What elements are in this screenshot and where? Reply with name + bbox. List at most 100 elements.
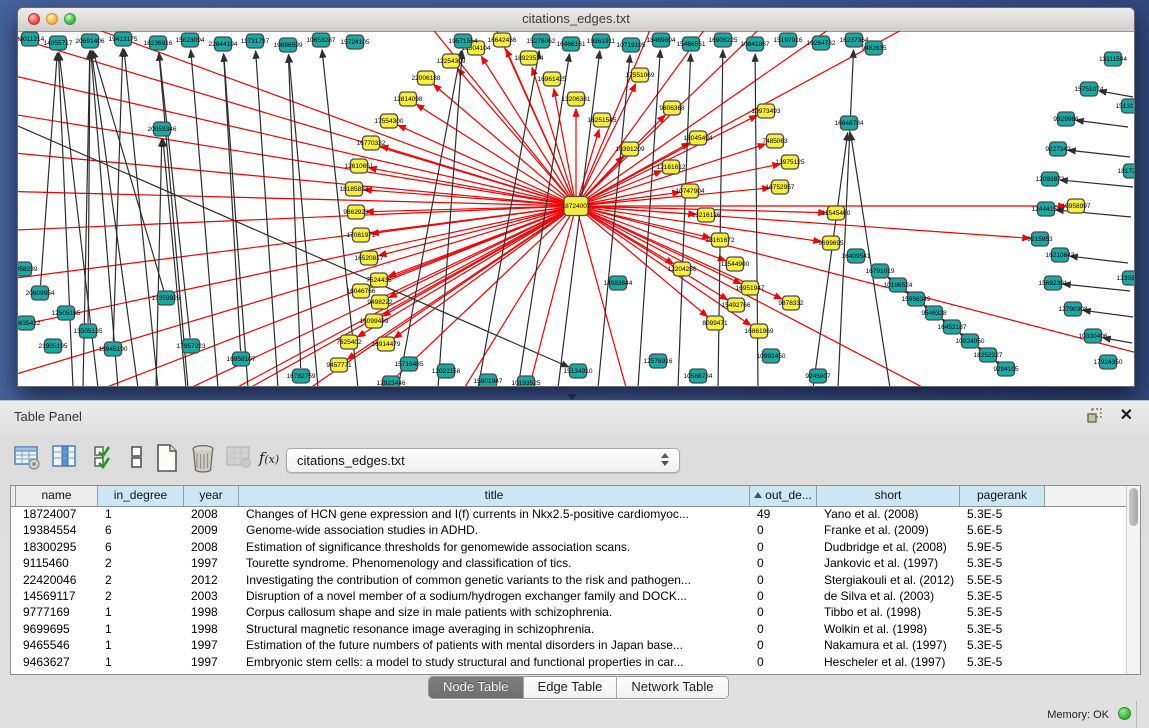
- close-panel-icon[interactable]: ✕: [1120, 405, 1133, 425]
- column-header-title[interactable]: title: [239, 486, 750, 506]
- cell-year[interactable]: 1997: [184, 654, 239, 670]
- cell-name[interactable]: 18300295: [16, 539, 98, 555]
- cell-name[interactable]: 9699695: [16, 621, 98, 637]
- graph-node[interactable]: 20691406: [76, 34, 105, 48]
- graph-node-selected[interactable]: 17551069: [626, 68, 655, 82]
- graph-node[interactable]: 11731797: [241, 34, 270, 48]
- cell-title[interactable]: Tourette syndrome. Phenomenology and cla…: [239, 555, 750, 571]
- graph-node[interactable]: 10588734: [684, 369, 713, 383]
- graph-node[interactable]: 21905195: [39, 339, 68, 353]
- graph-node[interactable]: 12093872: [1036, 172, 1065, 186]
- cell-short[interactable]: Hescheler et al. (1997): [817, 654, 960, 670]
- graph-node[interactable]: 12790308: [1059, 302, 1088, 316]
- graph-node[interactable]: 19361911: [587, 34, 616, 48]
- cell-name[interactable]: 9465546: [16, 637, 98, 653]
- graph-node[interactable]: 10196524: [884, 278, 913, 292]
- cell-in_degree[interactable]: 1: [98, 604, 184, 620]
- graph-node[interactable]: 13111504: [1099, 52, 1127, 66]
- graph-node[interactable]: 17359928: [152, 291, 181, 305]
- graph-node[interactable]: 16791019: [866, 264, 895, 278]
- cell-short[interactable]: de Silva et al. (2003): [817, 588, 960, 604]
- cell-in_degree[interactable]: 1: [98, 621, 184, 637]
- cell-year[interactable]: 2008: [184, 539, 239, 555]
- graph-node-selected[interactable]: 8099471: [702, 316, 728, 330]
- graph-node[interactable]: 13505135: [74, 324, 103, 338]
- cell-title[interactable]: Estimation of significance thresholds fo…: [239, 539, 750, 555]
- cell-in_degree[interactable]: 1: [98, 637, 184, 653]
- cell-short[interactable]: Dudbridge et al. (2008): [817, 539, 960, 555]
- cell-pagerank[interactable]: 5.3E-5: [960, 588, 1045, 604]
- graph-node[interactable]: 15692391: [1039, 276, 1068, 290]
- column-header-year[interactable]: year: [184, 486, 239, 506]
- graph-node[interactable]: 20609954: [26, 286, 55, 300]
- graph-node[interactable]: 16906225: [709, 33, 738, 47]
- graph-node[interactable]: 12359855: [1117, 271, 1135, 285]
- table-row[interactable]: 1456911722003Disruption of a novel membe…: [11, 588, 1126, 604]
- graph-node-selected[interactable]: 17081971: [347, 228, 376, 242]
- tab-edge-table[interactable]: Edge Table: [524, 677, 618, 698]
- graph-node[interactable]: 10992450: [757, 349, 786, 363]
- cell-pagerank[interactable]: 5.3E-5: [960, 506, 1045, 522]
- vertical-scrollbar[interactable]: [1126, 486, 1140, 674]
- cell-year[interactable]: 1997: [184, 637, 239, 653]
- cell-title[interactable]: Corpus callosum shape and size in male p…: [239, 604, 750, 620]
- graph-node[interactable]: 15724105: [341, 35, 370, 49]
- cell-name[interactable]: 14569117: [16, 588, 98, 604]
- graph-node[interactable]: 16782759: [287, 369, 316, 383]
- graph-node[interactable]: 16648784: [835, 116, 864, 130]
- graph-node[interactable]: 12923446: [377, 376, 406, 387]
- graph-node-selected[interactable]: 12204286: [668, 262, 697, 276]
- cell-name[interactable]: 9115460: [16, 555, 98, 571]
- cell-in_degree[interactable]: 6: [98, 539, 184, 555]
- graph-node[interactable]: 15716485: [395, 357, 424, 371]
- cell-short[interactable]: Stergiakouli et al. (2012): [817, 572, 960, 588]
- column-header-pagerank[interactable]: pagerank: [960, 486, 1045, 506]
- cell-name[interactable]: 9463627: [16, 654, 98, 670]
- graph-node-selected[interactable]: 15492766: [722, 298, 751, 312]
- graph-node[interactable]: 23011214: [18, 32, 45, 46]
- graph-node[interactable]: 12444159: [1032, 202, 1061, 216]
- column-header-out_degree[interactable]: out_de...: [750, 486, 817, 506]
- tab-node-table[interactable]: Node Table: [429, 677, 524, 698]
- graph-node[interactable]: 9482835: [861, 41, 887, 55]
- graph-node[interactable]: 12578916: [644, 354, 673, 368]
- graph-node[interactable]: 10841867: [741, 37, 770, 51]
- graph-node[interactable]: 16945190: [99, 342, 128, 356]
- graph-node-selected[interactable]: 9878332: [778, 296, 804, 310]
- graph-node-selected[interactable]: 16961425: [538, 72, 567, 86]
- cell-title[interactable]: Disruption of a novel member of a sodium…: [239, 588, 750, 604]
- graph-node[interactable]: 16210643: [1046, 248, 1075, 262]
- cell-title[interactable]: Structural magnetic resonance image aver…: [239, 621, 750, 637]
- graph-node[interactable]: 10330406: [1079, 329, 1108, 343]
- graph-node-selected[interactable]: 12814098: [394, 92, 423, 106]
- show-columns-icon[interactable]: [50, 443, 80, 475]
- table-row[interactable]: 946362711997Embryonic stem cells: a mode…: [11, 654, 1126, 670]
- new-column-icon[interactable]: [152, 443, 182, 475]
- graph-node-selected[interactable]: 7485063: [762, 134, 788, 148]
- graph-node[interactable]: 15956349: [902, 292, 931, 306]
- graph-node[interactable]: 22844194: [209, 37, 238, 51]
- cell-title[interactable]: Changes of HCN gene expression and I(f) …: [239, 506, 750, 522]
- cell-year[interactable]: 2003: [184, 588, 239, 604]
- cell-title[interactable]: Embryonic stem cells: a model to study s…: [239, 654, 750, 670]
- graph-node-selected[interactable]: 18724007: [562, 197, 591, 216]
- table-row[interactable]: 1938455462009Genome-wide association stu…: [11, 522, 1126, 538]
- graph-node-selected[interactable]: 16161672: [706, 233, 735, 247]
- graph-node[interactable]: 12021158: [432, 364, 461, 378]
- cell-title[interactable]: Estimation of the future numbers of pati…: [239, 637, 750, 653]
- cell-in_degree[interactable]: 2: [98, 555, 184, 571]
- graph-node[interactable]: 9227342: [1045, 142, 1071, 156]
- graph-node[interactable]: 16409541: [842, 249, 871, 263]
- graph-node[interactable]: 18469804: [647, 33, 676, 47]
- graph-node[interactable]: 18252227: [974, 348, 1003, 362]
- cell-out_degree[interactable]: 0: [750, 572, 817, 588]
- cell-out_degree[interactable]: 0: [750, 621, 817, 637]
- cell-out_degree[interactable]: 0: [750, 588, 817, 604]
- graph-node[interactable]: 19412175: [109, 32, 138, 46]
- scrollbar-thumb[interactable]: [1129, 488, 1138, 526]
- graph-node[interactable]: 10653287: [307, 33, 336, 47]
- graph-node[interactable]: 17924350: [1094, 355, 1123, 369]
- graph-node[interactable]: 9215953: [1027, 232, 1053, 246]
- graph-node[interactable]: 9245007: [805, 369, 831, 383]
- graph-node-selected[interactable]: 7524435: [366, 273, 392, 287]
